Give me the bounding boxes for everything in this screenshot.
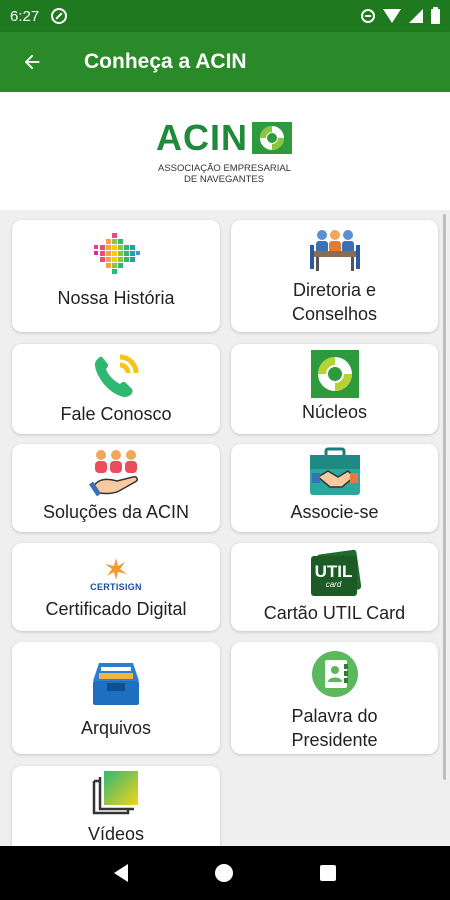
do-not-disturb-icon <box>361 9 375 23</box>
logo-name: ACIN <box>156 117 248 158</box>
menu-item-label: Associe-se <box>290 502 379 522</box>
scrollbar[interactable] <box>443 214 446 780</box>
certisign-text: CERTISIGN <box>90 582 142 592</box>
handshake-briefcase-icon <box>305 447 365 496</box>
menu-item-label: Núcleos <box>301 402 368 422</box>
signal-icon <box>409 9 423 23</box>
menu-item-solucoes-acin[interactable]: Soluções da ACIN <box>12 444 220 532</box>
acin-emblem-icon <box>252 122 292 154</box>
app-bar: Conheça a ACIN <box>0 32 450 92</box>
nav-home-icon[interactable] <box>214 864 233 882</box>
menu-item-arquivos[interactable]: Arquivos <box>12 642 220 754</box>
menu-item-label: Arquivos <box>80 718 152 738</box>
menu-item-palavra-presidente[interactable]: Palavra do Presidente <box>231 642 438 754</box>
nucleos-logo-icon <box>305 350 365 398</box>
menu-item-label: Fale Conosco <box>60 404 172 424</box>
menu-item-nossa-historia[interactable]: Nossa História <box>12 220 220 332</box>
sync-off-icon <box>51 8 68 24</box>
video-gallery-icon <box>86 770 146 818</box>
status-time: 6:27 <box>10 7 40 25</box>
menu-item-label: Certificado Digital <box>45 599 187 619</box>
menu-item-label: Vídeos <box>87 824 145 844</box>
people-hand-icon <box>86 448 146 497</box>
status-bar: 6:27 <box>0 0 450 32</box>
arrow-back-icon <box>24 54 40 70</box>
menu-item-cartao-util-card[interactable]: UTIL card Cartão UTIL Card <box>231 543 438 631</box>
battery-icon <box>431 6 440 24</box>
archive-box-icon <box>86 660 146 708</box>
util-card-text: UTIL <box>314 562 353 581</box>
contact-book-icon <box>305 650 365 698</box>
menu-item-certificado-digital[interactable]: CERTISIGN Certificado Digital <box>12 543 220 631</box>
status-icons <box>361 6 440 24</box>
menu-item-fale-conosco[interactable]: Fale Conosco <box>12 344 220 434</box>
logo-subtitle-line2: DE NAVEGANTES <box>184 174 265 185</box>
nav-back-icon[interactable] <box>113 864 128 882</box>
menu-item-associe-se[interactable]: Associe-se <box>231 444 438 532</box>
util-card-subtext: card <box>325 580 342 589</box>
menu-item-label: Palavra do Presidente <box>291 706 378 750</box>
back-button[interactable] <box>0 32 64 92</box>
logo-header: ACIN ASSOCIAÇÃO EMPRESARIAL DE NAVEGANTE… <box>0 92 450 210</box>
history-dots-icon <box>86 230 146 278</box>
certisign-icon: CERTISIGN <box>86 553 146 595</box>
menu-item-label: Soluções da ACIN <box>42 502 190 522</box>
acin-logo: ACIN ASSOCIAÇÃO EMPRESARIAL DE NAVEGANTE… <box>156 117 294 185</box>
board-meeting-icon <box>305 226 365 274</box>
util-card-icon: UTIL card <box>305 549 365 599</box>
logo-subtitle-line1: ASSOCIAÇÃO EMPRESARIAL <box>158 163 292 174</box>
menu-grid: Nossa História Diretoria e Conselhos Fal… <box>0 210 450 846</box>
page-title: Conheça a ACIN <box>84 50 247 73</box>
menu-item-label: Cartão UTIL Card <box>263 603 406 623</box>
nav-recents-icon[interactable] <box>320 865 337 881</box>
system-nav-bar <box>0 846 450 900</box>
phone-call-icon <box>86 352 146 400</box>
wifi-icon <box>383 9 401 23</box>
menu-item-diretoria-conselhos[interactable]: Diretoria e Conselhos <box>231 220 438 332</box>
menu-item-videos[interactable]: Vídeos <box>12 766 220 846</box>
menu-item-nucleos[interactable]: Núcleos <box>231 344 438 434</box>
menu-item-label: Nossa História <box>57 288 175 308</box>
menu-item-label: Diretoria e Conselhos <box>291 280 378 324</box>
